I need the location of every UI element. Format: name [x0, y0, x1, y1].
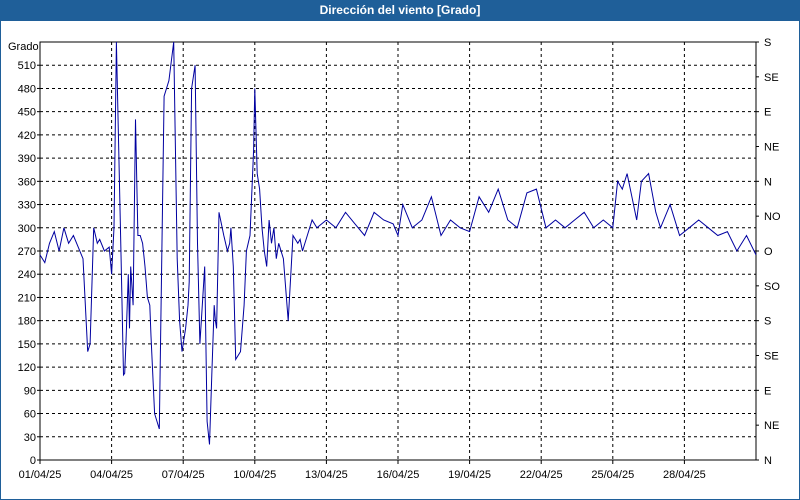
y-tick-label: 390 [18, 153, 36, 165]
y2-tick-label: S [764, 37, 771, 49]
y2-tick-label: NO [764, 211, 781, 223]
y2-tick-label: O [764, 246, 773, 258]
x-tick-label: 16/04/25 [377, 469, 420, 481]
y-tick-label: 510 [18, 60, 36, 72]
y2-tick-label: SE [764, 72, 779, 84]
x-tick-label: 19/04/25 [448, 469, 491, 481]
y-tick-label: 420 [18, 130, 36, 142]
x-tick-label: 01/04/25 [19, 469, 62, 481]
y2-tick-label: SO [764, 281, 780, 293]
label-layer: 0 30 60 90 120 150 180 210 240 270 300 330 360 390 420… [18, 37, 781, 481]
y-tick-label: 270 [18, 246, 36, 258]
x-tick-label: 22/04/25 [520, 469, 563, 481]
y-tick-label: 300 [18, 223, 36, 235]
y-tick-label: 90 [24, 385, 36, 397]
x-tick-label: 04/04/25 [90, 469, 133, 481]
y2-tick-label: NE [764, 142, 779, 154]
y2-tick-label: N [764, 455, 772, 467]
x-tick-label: 13/04/25 [305, 469, 348, 481]
y-tick-label: 450 [18, 107, 36, 119]
x-tick-label: 07/04/25 [162, 469, 205, 481]
wind-direction-chart: 0 30 60 90 120 150 180 210 240 270 300 330 360 390 420… [8, 37, 781, 481]
x-tick-label: 25/04/25 [591, 469, 634, 481]
y-tick-label: 150 [18, 339, 36, 351]
grid-layer [40, 42, 756, 460]
y2-tick-label: N [764, 176, 772, 188]
y-tick-label: 30 [24, 432, 36, 444]
y2-tick-label: S [764, 316, 771, 328]
y-tick-label: 120 [18, 362, 36, 374]
y-tick-label: 360 [18, 176, 36, 188]
y-tick-label: 330 [18, 200, 36, 212]
y-tick-label: 210 [18, 292, 36, 304]
x-tick-label: 28/04/25 [663, 469, 706, 481]
x-tick-label: 10/04/25 [233, 469, 276, 481]
y-tick-label: 60 [24, 409, 36, 421]
y-tick-label: 240 [18, 269, 36, 281]
y-tick-label: 480 [18, 83, 36, 95]
y-tick-label: 0 [30, 455, 36, 467]
y2-tick-label: E [764, 107, 771, 119]
y2-tick-label: NE [764, 420, 779, 432]
y-axis-label: Grado [8, 41, 39, 53]
y-tick-label: 180 [18, 316, 36, 328]
y2-tick-label: E [764, 385, 771, 397]
y2-tick-label: SE [764, 351, 779, 363]
